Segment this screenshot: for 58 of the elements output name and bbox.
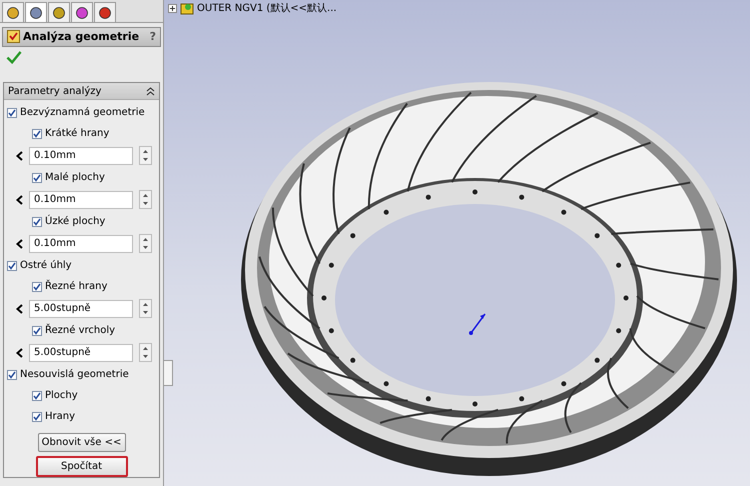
checkbox[interactable] xyxy=(7,108,17,118)
checkbox-label: Řezné hrany xyxy=(45,281,108,292)
value-field[interactable]: 0.10mm xyxy=(29,234,133,252)
checkbox-label: Hrany xyxy=(45,411,76,422)
value-field[interactable]: 0.10mm xyxy=(29,146,133,164)
parameter-icon xyxy=(16,238,23,248)
tab-icon xyxy=(29,6,43,20)
tab-icon xyxy=(98,6,112,20)
parameter-icon xyxy=(16,194,23,204)
panel-title: Analýza geometrie xyxy=(23,30,140,44)
help-link[interactable]: ? xyxy=(150,30,156,44)
analysis-icon xyxy=(7,30,20,44)
checkbox-label: Krátké hrany xyxy=(45,128,110,139)
checkbox[interactable] xyxy=(7,370,17,380)
spinner-icon[interactable] xyxy=(139,343,152,362)
spinner-icon[interactable] xyxy=(139,299,152,318)
value-field[interactable]: 0.10mm xyxy=(29,190,133,208)
checkbox[interactable] xyxy=(32,282,42,292)
checkbox[interactable] xyxy=(32,216,42,226)
parameter-icon xyxy=(16,150,23,160)
group-title: Parametry analýzy xyxy=(8,86,102,96)
assembly-icon xyxy=(180,2,194,14)
checkbox[interactable] xyxy=(32,172,42,182)
collapse-chevron-icon[interactable] xyxy=(146,86,155,96)
panel-tab[interactable] xyxy=(94,2,116,22)
panel-tab[interactable] xyxy=(25,2,47,22)
checkbox-label: Plochy xyxy=(45,390,78,401)
spinner-icon[interactable] xyxy=(139,234,152,253)
checkbox[interactable] xyxy=(32,390,42,400)
panel-tab[interactable] xyxy=(48,2,70,22)
axis-triad-icon xyxy=(469,314,486,335)
checkbox-label: Úzké plochy xyxy=(45,216,106,227)
action-button[interactable]: Spočítat xyxy=(36,456,128,477)
spinner-icon[interactable] xyxy=(139,190,152,209)
panel-splitter-handle[interactable] xyxy=(164,360,173,386)
tab-icon xyxy=(75,6,89,20)
tab-icon xyxy=(6,6,20,20)
checkbox-label: Malé plochy xyxy=(45,172,105,183)
checkbox-label: Nesouvislá geometrie xyxy=(20,369,129,380)
panel-tab[interactable] xyxy=(2,2,24,22)
value-field[interactable]: 5.00stupně xyxy=(29,344,133,362)
expand-icon[interactable] xyxy=(168,4,177,12)
tree-item[interactable]: OUTER NGV1 (默认<<默认... xyxy=(197,1,337,15)
checkbox[interactable] xyxy=(7,260,17,270)
checkbox-label: Ostré úhly xyxy=(20,260,72,271)
checkbox[interactable] xyxy=(32,326,42,336)
parameter-icon xyxy=(16,304,23,314)
checkbox-label: Bezvýznamná geometrie xyxy=(20,107,145,118)
tab-icon xyxy=(52,6,66,20)
spinner-icon[interactable] xyxy=(139,146,152,165)
checkbox[interactable] xyxy=(32,128,42,138)
checkbox-label: Řezné vrcholy xyxy=(45,325,116,336)
checkbox[interactable] xyxy=(32,412,42,422)
value-field[interactable]: 5.00stupně xyxy=(29,300,133,318)
ok-checkmark-icon[interactable] xyxy=(6,50,22,64)
action-button[interactable]: Obnovit vše << xyxy=(38,433,126,452)
panel-tab[interactable] xyxy=(71,2,93,22)
parameter-icon xyxy=(16,348,23,358)
